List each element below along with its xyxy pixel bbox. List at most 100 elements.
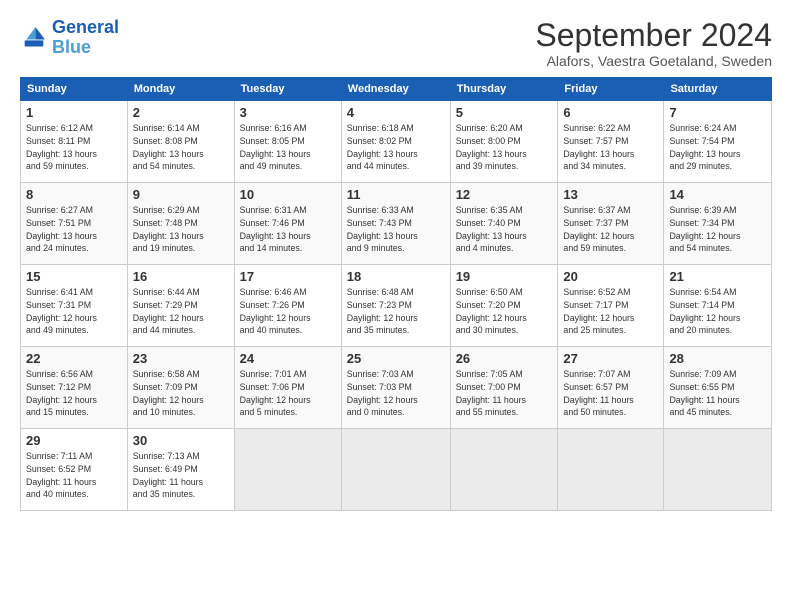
logo-text: General Blue	[52, 18, 119, 58]
day-cell-3: 3 Sunrise: 6:16 AM Sunset: 8:05 PM Daylig…	[234, 101, 341, 183]
day-cell-5: 5 Sunrise: 6:20 AM Sunset: 8:00 PM Daylig…	[450, 101, 558, 183]
day-number: 15	[26, 269, 122, 284]
col-header-wednesday: Wednesday	[341, 78, 450, 101]
day-cell-29: 29 Sunrise: 7:11 AM Sunset: 6:52 PM Dayli…	[21, 429, 128, 511]
week-row-3: 15 Sunrise: 6:41 AM Sunset: 7:31 PM Dayli…	[21, 265, 772, 347]
day-number: 10	[240, 187, 336, 202]
day-cell-4: 4 Sunrise: 6:18 AM Sunset: 8:02 PM Daylig…	[341, 101, 450, 183]
col-header-friday: Friday	[558, 78, 664, 101]
day-cell-24: 24 Sunrise: 7:01 AM Sunset: 7:06 PM Dayli…	[234, 347, 341, 429]
day-info: Sunrise: 6:50 AM Sunset: 7:20 PM Dayligh…	[456, 286, 553, 337]
col-header-saturday: Saturday	[664, 78, 772, 101]
day-number: 29	[26, 433, 122, 448]
day-info: Sunrise: 7:11 AM Sunset: 6:52 PM Dayligh…	[26, 450, 122, 501]
day-number: 24	[240, 351, 336, 366]
day-info: Sunrise: 6:12 AM Sunset: 8:11 PM Dayligh…	[26, 122, 122, 173]
day-number: 25	[347, 351, 445, 366]
col-header-thursday: Thursday	[450, 78, 558, 101]
day-number: 9	[133, 187, 229, 202]
day-info: Sunrise: 6:41 AM Sunset: 7:31 PM Dayligh…	[26, 286, 122, 337]
day-number: 18	[347, 269, 445, 284]
day-info: Sunrise: 6:56 AM Sunset: 7:12 PM Dayligh…	[26, 368, 122, 419]
day-info: Sunrise: 7:09 AM Sunset: 6:55 PM Dayligh…	[669, 368, 766, 419]
day-number: 27	[563, 351, 658, 366]
day-cell-26: 26 Sunrise: 7:05 AM Sunset: 7:00 PM Dayli…	[450, 347, 558, 429]
empty-cell	[664, 429, 772, 511]
day-cell-1: 1 Sunrise: 6:12 AM Sunset: 8:11 PM Daylig…	[21, 101, 128, 183]
day-number: 8	[26, 187, 122, 202]
day-number: 3	[240, 105, 336, 120]
day-info: Sunrise: 6:46 AM Sunset: 7:26 PM Dayligh…	[240, 286, 336, 337]
day-cell-20: 20Sunrise: 6:52 AM Sunset: 7:17 PM Dayli…	[558, 265, 664, 347]
day-number: 20	[563, 269, 658, 284]
day-number: 17	[240, 269, 336, 284]
day-number: 2	[133, 105, 229, 120]
day-cell-22: 22 Sunrise: 6:56 AM Sunset: 7:12 PM Dayli…	[21, 347, 128, 429]
day-number: 5	[456, 105, 553, 120]
day-info: Sunrise: 6:14 AM Sunset: 8:08 PM Dayligh…	[133, 122, 229, 173]
day-info: Sunrise: 7:03 AM Sunset: 7:03 PM Dayligh…	[347, 368, 445, 419]
day-info: Sunrise: 7:07 AM Sunset: 6:57 PM Dayligh…	[563, 368, 658, 419]
header: General Blue September 2024 Alafors, Vae…	[20, 18, 772, 69]
day-info: Sunrise: 6:16 AM Sunset: 8:05 PM Dayligh…	[240, 122, 336, 173]
day-info: Sunrise: 6:39 AM Sunset: 7:34 PM Dayligh…	[669, 204, 766, 255]
day-cell-8: 8Sunrise: 6:27 AM Sunset: 7:51 PM Daylig…	[21, 183, 128, 265]
day-cell-14: 14 Sunrise: 6:39 AM Sunset: 7:34 PM Dayli…	[664, 183, 772, 265]
logo: General Blue	[20, 18, 119, 58]
empty-cell	[558, 429, 664, 511]
day-cell-2: 2 Sunrise: 6:14 AM Sunset: 8:08 PM Daylig…	[127, 101, 234, 183]
day-info: Sunrise: 6:18 AM Sunset: 8:02 PM Dayligh…	[347, 122, 445, 173]
day-number: 16	[133, 269, 229, 284]
day-info: Sunrise: 6:29 AM Sunset: 7:48 PM Dayligh…	[133, 204, 229, 255]
empty-cell	[450, 429, 558, 511]
day-number: 22	[26, 351, 122, 366]
logo-icon	[20, 24, 48, 52]
location-subtitle: Alafors, Vaestra Goetaland, Sweden	[535, 53, 772, 69]
week-row-1: 1 Sunrise: 6:12 AM Sunset: 8:11 PM Daylig…	[21, 101, 772, 183]
col-header-tuesday: Tuesday	[234, 78, 341, 101]
week-row-5: 29 Sunrise: 7:11 AM Sunset: 6:52 PM Dayli…	[21, 429, 772, 511]
day-info: Sunrise: 6:20 AM Sunset: 8:00 PM Dayligh…	[456, 122, 553, 173]
day-cell-21: 21 Sunrise: 6:54 AM Sunset: 7:14 PM Dayli…	[664, 265, 772, 347]
col-header-sunday: Sunday	[21, 78, 128, 101]
day-info: Sunrise: 6:48 AM Sunset: 7:23 PM Dayligh…	[347, 286, 445, 337]
day-number: 11	[347, 187, 445, 202]
day-cell-28: 28 Sunrise: 7:09 AM Sunset: 6:55 PM Dayli…	[664, 347, 772, 429]
day-info: Sunrise: 6:58 AM Sunset: 7:09 PM Dayligh…	[133, 368, 229, 419]
day-cell-10: 10Sunrise: 6:31 AM Sunset: 7:46 PM Dayli…	[234, 183, 341, 265]
day-info: Sunrise: 6:35 AM Sunset: 7:40 PM Dayligh…	[456, 204, 553, 255]
day-cell-23: 23 Sunrise: 6:58 AM Sunset: 7:09 PM Dayli…	[127, 347, 234, 429]
day-number: 1	[26, 105, 122, 120]
day-cell-27: 27 Sunrise: 7:07 AM Sunset: 6:57 PM Dayli…	[558, 347, 664, 429]
day-cell-9: 9 Sunrise: 6:29 AM Sunset: 7:48 PM Daylig…	[127, 183, 234, 265]
day-number: 30	[133, 433, 229, 448]
week-row-4: 22 Sunrise: 6:56 AM Sunset: 7:12 PM Dayli…	[21, 347, 772, 429]
day-cell-6: 6Sunrise: 6:22 AM Sunset: 7:57 PM Daylig…	[558, 101, 664, 183]
day-number: 7	[669, 105, 766, 120]
day-cell-15: 15 Sunrise: 6:41 AM Sunset: 7:31 PM Dayli…	[21, 265, 128, 347]
day-number: 28	[669, 351, 766, 366]
day-info: Sunrise: 6:37 AM Sunset: 7:37 PM Dayligh…	[563, 204, 658, 255]
day-cell-16: 16 Sunrise: 6:44 AM Sunset: 7:29 PM Dayli…	[127, 265, 234, 347]
empty-cell	[341, 429, 450, 511]
day-number: 12	[456, 187, 553, 202]
day-cell-12: 12 Sunrise: 6:35 AM Sunset: 7:40 PM Dayli…	[450, 183, 558, 265]
day-number: 14	[669, 187, 766, 202]
day-info: Sunrise: 6:54 AM Sunset: 7:14 PM Dayligh…	[669, 286, 766, 337]
day-number: 6	[563, 105, 658, 120]
title-block: September 2024 Alafors, Vaestra Goetalan…	[535, 18, 772, 69]
month-title: September 2024	[535, 18, 772, 53]
day-info: Sunrise: 6:24 AM Sunset: 7:54 PM Dayligh…	[669, 122, 766, 173]
day-number: 26	[456, 351, 553, 366]
day-number: 21	[669, 269, 766, 284]
day-cell-11: 11Sunrise: 6:33 AM Sunset: 7:43 PM Dayli…	[341, 183, 450, 265]
day-info: Sunrise: 7:05 AM Sunset: 7:00 PM Dayligh…	[456, 368, 553, 419]
day-number: 23	[133, 351, 229, 366]
day-info: Sunrise: 7:01 AM Sunset: 7:06 PM Dayligh…	[240, 368, 336, 419]
day-number: 4	[347, 105, 445, 120]
day-cell-18: 18 Sunrise: 6:48 AM Sunset: 7:23 PM Dayli…	[341, 265, 450, 347]
day-number: 19	[456, 269, 553, 284]
day-cell-13: 13Sunrise: 6:37 AM Sunset: 7:37 PM Dayli…	[558, 183, 664, 265]
calendar-table: SundayMondayTuesdayWednesdayThursdayFrid…	[20, 77, 772, 511]
day-info: Sunrise: 6:44 AM Sunset: 7:29 PM Dayligh…	[133, 286, 229, 337]
